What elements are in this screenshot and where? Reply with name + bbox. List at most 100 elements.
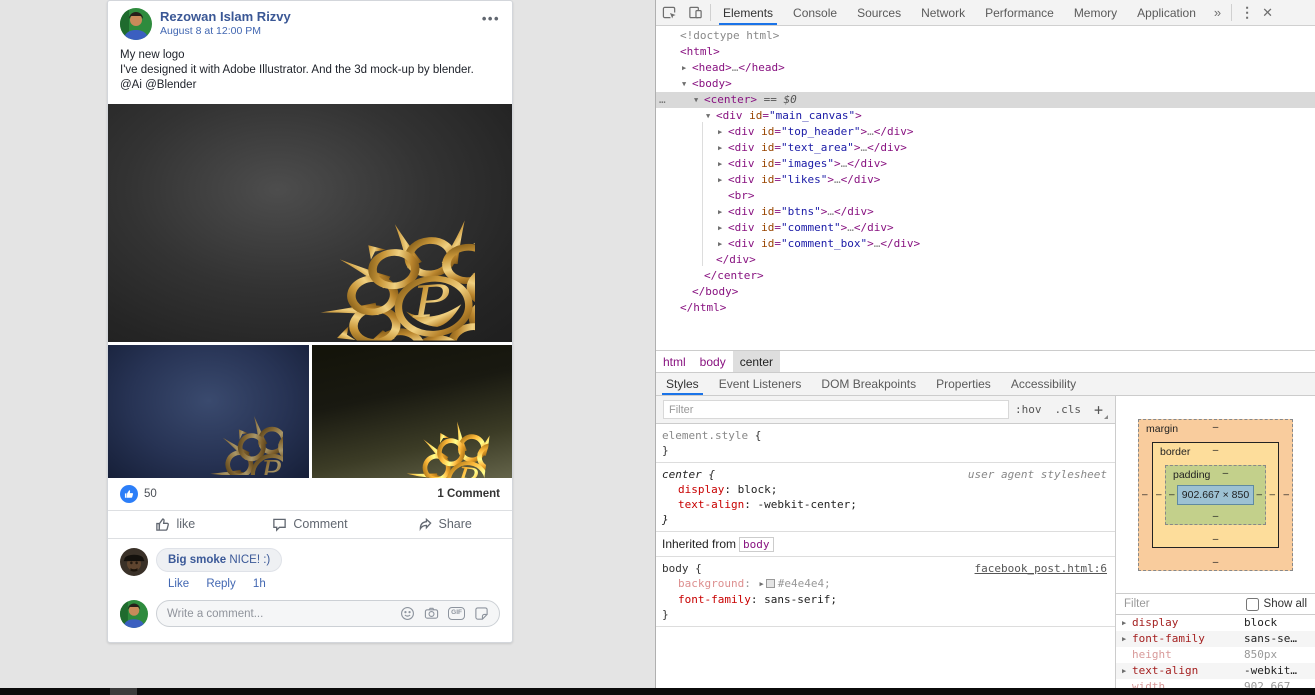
comment-button[interactable]: Comment xyxy=(243,511,378,538)
scrollbar-thumb[interactable] xyxy=(110,688,137,695)
styles-filter-input[interactable] xyxy=(663,400,1009,419)
comment-bubble[interactable]: Big smoke NICE! :) xyxy=(156,547,283,572)
post-thumbnail-blue[interactable] xyxy=(108,344,309,478)
panel-tab-event-listeners[interactable]: Event Listeners xyxy=(709,373,812,395)
dom-node-line[interactable]: … ▼ <center> == $0 xyxy=(656,92,1315,108)
author-avatar[interactable] xyxy=(120,8,152,40)
dom-node-line[interactable]: </div> xyxy=(656,252,1315,268)
comment-like-link[interactable]: Like xyxy=(168,578,189,590)
dom-node-line[interactable]: ▶ <div id="top_header">…</div> xyxy=(656,124,1315,140)
post-thumbnail-dark[interactable] xyxy=(311,344,512,478)
expand-arrow-icon[interactable]: ▼ xyxy=(706,108,716,124)
dom-node-line[interactable]: ▶ <div id="comment_box">…</div> xyxy=(656,236,1315,252)
pseudo-state-button[interactable]: :hov xyxy=(1015,403,1042,416)
panel-tab-dom-breakpoints[interactable]: DOM Breakpoints xyxy=(811,373,926,395)
stylesheet-source-link[interactable]: facebook_post.html:6 xyxy=(975,561,1107,576)
more-tabs-icon[interactable]: » xyxy=(1206,0,1229,25)
devtools-menu-icon[interactable]: ⋮ xyxy=(1234,0,1260,25)
css-property[interactable]: background: ▶ #e4e4e4; xyxy=(662,576,1109,592)
dom-node-line[interactable]: <!doctype html> xyxy=(656,28,1315,44)
breadcrumb-body[interactable]: body xyxy=(693,351,733,372)
class-toggle-button[interactable]: .cls xyxy=(1054,403,1081,416)
devtools-close-icon[interactable]: ✕ xyxy=(1260,0,1275,25)
gif-icon[interactable]: GIF xyxy=(448,607,465,620)
devtools-tab-memory[interactable]: Memory xyxy=(1064,0,1127,25)
panel-tab-styles[interactable]: Styles xyxy=(656,373,709,395)
expand-arrow-icon[interactable]: ▶ xyxy=(1122,615,1132,631)
element-style-rule[interactable]: element.style { } xyxy=(656,424,1115,463)
expand-value-icon[interactable]: ▶ xyxy=(759,580,763,588)
expand-arrow-icon[interactable]: ▶ xyxy=(718,140,728,156)
breadcrumb-html[interactable]: html xyxy=(656,351,693,372)
box-model-padding[interactable]: padding – – – – 902.667 × 850 xyxy=(1165,464,1266,525)
commenter-avatar[interactable] xyxy=(120,547,148,576)
dom-node-line[interactable]: <br> xyxy=(656,188,1315,204)
dom-node-line[interactable]: ▼ <div id="main_canvas"> xyxy=(656,108,1315,124)
comment-count[interactable]: 1 Comment xyxy=(437,488,500,500)
color-swatch[interactable] xyxy=(765,579,775,588)
expand-arrow-icon[interactable]: ▶ xyxy=(1122,631,1132,647)
comment-input-pill[interactable]: GIF xyxy=(156,600,500,628)
post-timestamp[interactable]: August 8 at 12:00 PM xyxy=(160,25,500,38)
node-actions-icon[interactable]: … xyxy=(659,92,667,108)
inspect-element-icon[interactable] xyxy=(656,0,682,25)
author-name[interactable]: Rezowan Islam Rizvy xyxy=(160,9,500,25)
dom-node-line[interactable]: </body> xyxy=(656,284,1315,300)
expand-arrow-icon[interactable]: ▼ xyxy=(682,76,692,92)
box-model-diagram[interactable]: margin – – – – border – – – – padding – xyxy=(1116,396,1315,594)
comment-reply-link[interactable]: Reply xyxy=(206,578,235,590)
comment-input[interactable] xyxy=(167,607,401,620)
css-property[interactable]: display: block; xyxy=(662,482,1109,497)
device-toolbar-icon[interactable] xyxy=(682,0,708,25)
inherited-node-link[interactable]: body xyxy=(739,537,774,552)
dom-node-line[interactable]: ▶ <div id="comment">…</div> xyxy=(656,220,1315,236)
sticker-icon[interactable] xyxy=(474,606,489,621)
new-style-rule-button[interactable]: + xyxy=(1094,401,1109,419)
dom-node-line[interactable]: ▶ <div id="text_area">…</div> xyxy=(656,140,1315,156)
computed-property-row[interactable]: height 850px xyxy=(1116,647,1315,663)
devtools-tab-elements[interactable]: Elements xyxy=(713,0,783,25)
center-css-rule[interactable]: center { user agent stylesheet display: … xyxy=(656,463,1115,532)
emoji-icon[interactable] xyxy=(400,606,415,621)
dom-node-line[interactable]: ▶ <div id="likes">…</div> xyxy=(656,172,1315,188)
css-property[interactable]: font-family: sans-serif; xyxy=(662,592,1109,607)
panel-tab-properties[interactable]: Properties xyxy=(926,373,1001,395)
horizontal-scrollbar[interactable] xyxy=(0,688,1315,695)
dom-node-line[interactable]: ▶ <head>…</head> xyxy=(656,60,1315,76)
post-menu-dots-icon[interactable]: ••• xyxy=(482,11,500,26)
expand-arrow-icon[interactable]: ▶ xyxy=(718,156,728,172)
dom-node-line[interactable]: <html> xyxy=(656,44,1315,60)
box-model-border[interactable]: border – – – – padding – – – – 902.667 ×… xyxy=(1152,441,1279,548)
dom-node-line[interactable]: </html> xyxy=(656,300,1315,316)
dom-node-line[interactable]: ▼ <body> xyxy=(656,76,1315,92)
css-property[interactable]: text-align: -webkit-center; xyxy=(662,497,1109,512)
expand-arrow-icon[interactable]: ▶ xyxy=(718,236,728,252)
expand-arrow-icon[interactable]: ▶ xyxy=(718,204,728,220)
expand-arrow-icon[interactable]: ▼ xyxy=(694,92,704,108)
post-main-image[interactable] xyxy=(108,103,512,342)
like-reaction-icon[interactable] xyxy=(120,484,138,503)
share-button[interactable]: Share xyxy=(377,511,512,538)
computed-filter-placeholder[interactable]: Filter xyxy=(1124,598,1150,610)
devtools-tab-performance[interactable]: Performance xyxy=(975,0,1064,25)
devtools-tab-application[interactable]: Application xyxy=(1127,0,1206,25)
camera-icon[interactable] xyxy=(424,606,439,621)
dom-node-line[interactable]: ▶ <div id="images">…</div> xyxy=(656,156,1315,172)
expand-arrow-icon[interactable]: ▶ xyxy=(1122,663,1132,679)
dom-node-line[interactable]: </center> xyxy=(656,268,1315,284)
like-count[interactable]: 50 xyxy=(144,488,157,500)
expand-arrow-icon[interactable]: ▶ xyxy=(718,124,728,140)
commenter-name[interactable]: Big smoke xyxy=(168,554,226,566)
breadcrumb-center[interactable]: center xyxy=(732,351,781,372)
computed-property-row[interactable]: ▶ display block xyxy=(1116,615,1315,631)
panel-tab-accessibility[interactable]: Accessibility xyxy=(1001,373,1086,395)
dom-node-line[interactable]: ▶ <div id="btns">…</div> xyxy=(656,204,1315,220)
box-model-margin[interactable]: margin – – – – border – – – – padding – xyxy=(1138,418,1293,571)
box-model-content[interactable]: 902.667 × 850 xyxy=(1177,484,1254,505)
computed-property-row[interactable]: ▶ font-family sans-se… xyxy=(1116,631,1315,647)
computed-property-row[interactable]: ▶ text-align -webkit… xyxy=(1116,663,1315,679)
devtools-tab-console[interactable]: Console xyxy=(783,0,847,25)
expand-arrow-icon[interactable]: ▶ xyxy=(718,172,728,188)
like-button[interactable]: like xyxy=(108,511,243,538)
devtools-tab-network[interactable]: Network xyxy=(911,0,975,25)
